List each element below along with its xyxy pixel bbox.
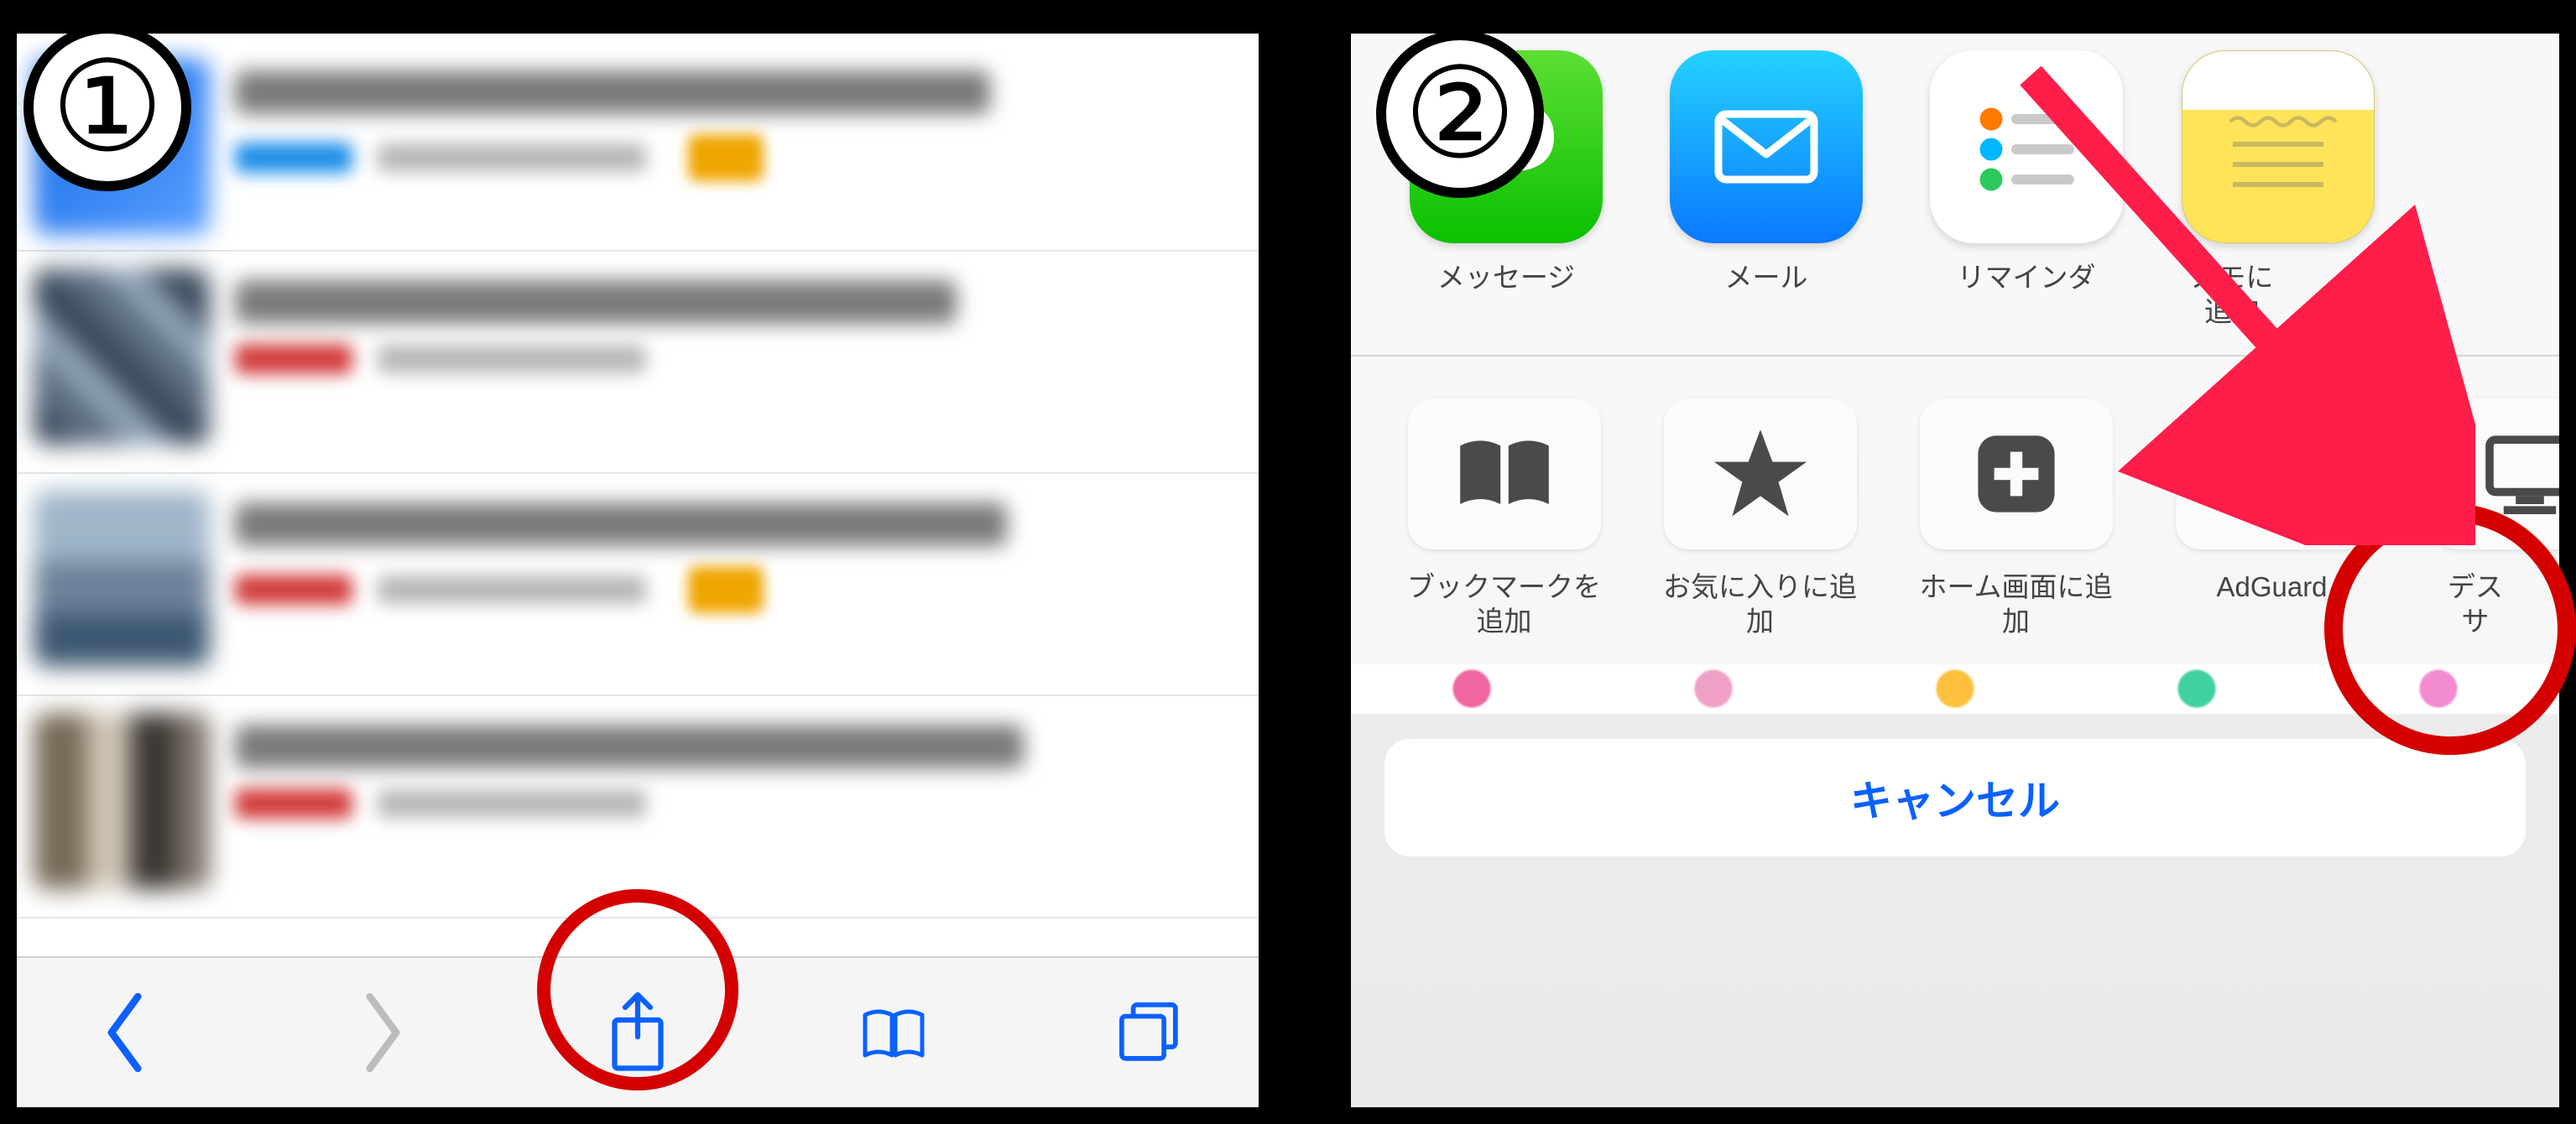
news-source-blurred xyxy=(235,575,352,605)
share-label: リマインダ xyxy=(1922,260,2131,294)
safari-browser-panel xyxy=(17,34,1259,1107)
news-thumbnail xyxy=(34,491,210,667)
news-thumbnail xyxy=(34,268,210,445)
new-badge-blurred xyxy=(688,134,764,181)
news-source-blurred xyxy=(235,788,352,819)
plus-square-icon xyxy=(1920,398,2113,549)
action-label: デス サ xyxy=(2425,570,2526,639)
share-item-reminders[interactable]: リマインダ xyxy=(1922,50,2131,294)
safari-toolbar xyxy=(17,956,1259,1107)
chevron-left-icon xyxy=(92,991,159,1075)
news-body xyxy=(235,59,1233,181)
share-icon xyxy=(604,991,671,1075)
share-actions-row[interactable]: ブックマークを追加 お気に入りに追加 ホーム画面に追加 AdGuard デス サ xyxy=(1351,355,2559,664)
desktop-icon xyxy=(2433,398,2559,549)
news-body xyxy=(235,491,1233,613)
headline-blurred xyxy=(235,70,990,114)
step-badge-1: ① xyxy=(23,23,191,191)
action-label: ホーム画面に追加 xyxy=(1913,570,2119,639)
tabs-button[interactable] xyxy=(1099,982,1200,1083)
adguard-shield-icon xyxy=(2176,398,2369,549)
news-body xyxy=(235,268,1233,374)
action-label: AdGuard xyxy=(2169,570,2375,604)
bookmarks-button[interactable] xyxy=(843,982,944,1083)
background-peek xyxy=(1351,663,2559,714)
share-sheet-panel: メッセージ メール リマインダ xyxy=(1351,34,2559,1107)
headline-blurred xyxy=(235,280,957,324)
news-time-blurred xyxy=(378,345,646,373)
action-add-homescreen[interactable]: ホーム画面に追加 xyxy=(1913,398,2119,639)
action-adguard[interactable]: AdGuard xyxy=(2169,398,2375,604)
action-desktop-partial[interactable]: デス サ xyxy=(2425,398,2526,639)
news-time-blurred xyxy=(378,789,646,818)
action-add-favorite[interactable]: お気に入りに追加 xyxy=(1657,398,1863,639)
cancel-button[interactable]: キャンセル xyxy=(1384,739,2526,856)
news-source-blurred xyxy=(235,344,352,374)
list-item[interactable] xyxy=(17,696,1259,918)
star-icon xyxy=(1664,398,1857,549)
news-list xyxy=(17,34,1259,956)
action-add-bookmark[interactable]: ブックマークを追加 xyxy=(1401,398,1607,639)
forward-button xyxy=(331,982,432,1083)
tabs-icon xyxy=(1116,991,1183,1075)
back-button[interactable] xyxy=(76,982,176,1083)
news-body xyxy=(235,713,1233,819)
open-book-icon xyxy=(860,991,927,1075)
share-button[interactable] xyxy=(587,982,688,1083)
share-label: メール xyxy=(1661,260,1871,294)
list-item[interactable] xyxy=(17,252,1259,474)
share-label: メッセージ xyxy=(1401,260,1611,294)
headline-blurred xyxy=(235,502,1007,546)
open-book-icon xyxy=(1408,398,1601,549)
news-time-blurred xyxy=(378,575,646,604)
chevron-right-icon xyxy=(348,991,415,1075)
share-item-notes[interactable]: メモに追加 xyxy=(2182,50,2282,330)
reminders-app-icon xyxy=(1930,50,2123,243)
cancel-label: キャンセル xyxy=(1850,768,2060,828)
notes-app-icon xyxy=(2182,50,2375,243)
new-badge-blurred xyxy=(688,566,764,613)
share-item-mail[interactable]: メール xyxy=(1661,50,1871,294)
news-time-blurred xyxy=(378,143,646,172)
action-label: ブックマークを追加 xyxy=(1401,570,1607,639)
share-label: メモに追加 xyxy=(2182,260,2282,330)
mail-app-icon xyxy=(1670,50,1863,243)
step-badge-2: ② xyxy=(1376,30,1544,198)
list-item[interactable] xyxy=(17,474,1259,696)
headline-blurred xyxy=(235,725,1024,768)
news-thumbnail xyxy=(34,713,210,889)
news-source-blurred xyxy=(235,143,352,173)
action-label: お気に入りに追加 xyxy=(1657,570,1863,639)
list-item[interactable] xyxy=(17,34,1259,252)
